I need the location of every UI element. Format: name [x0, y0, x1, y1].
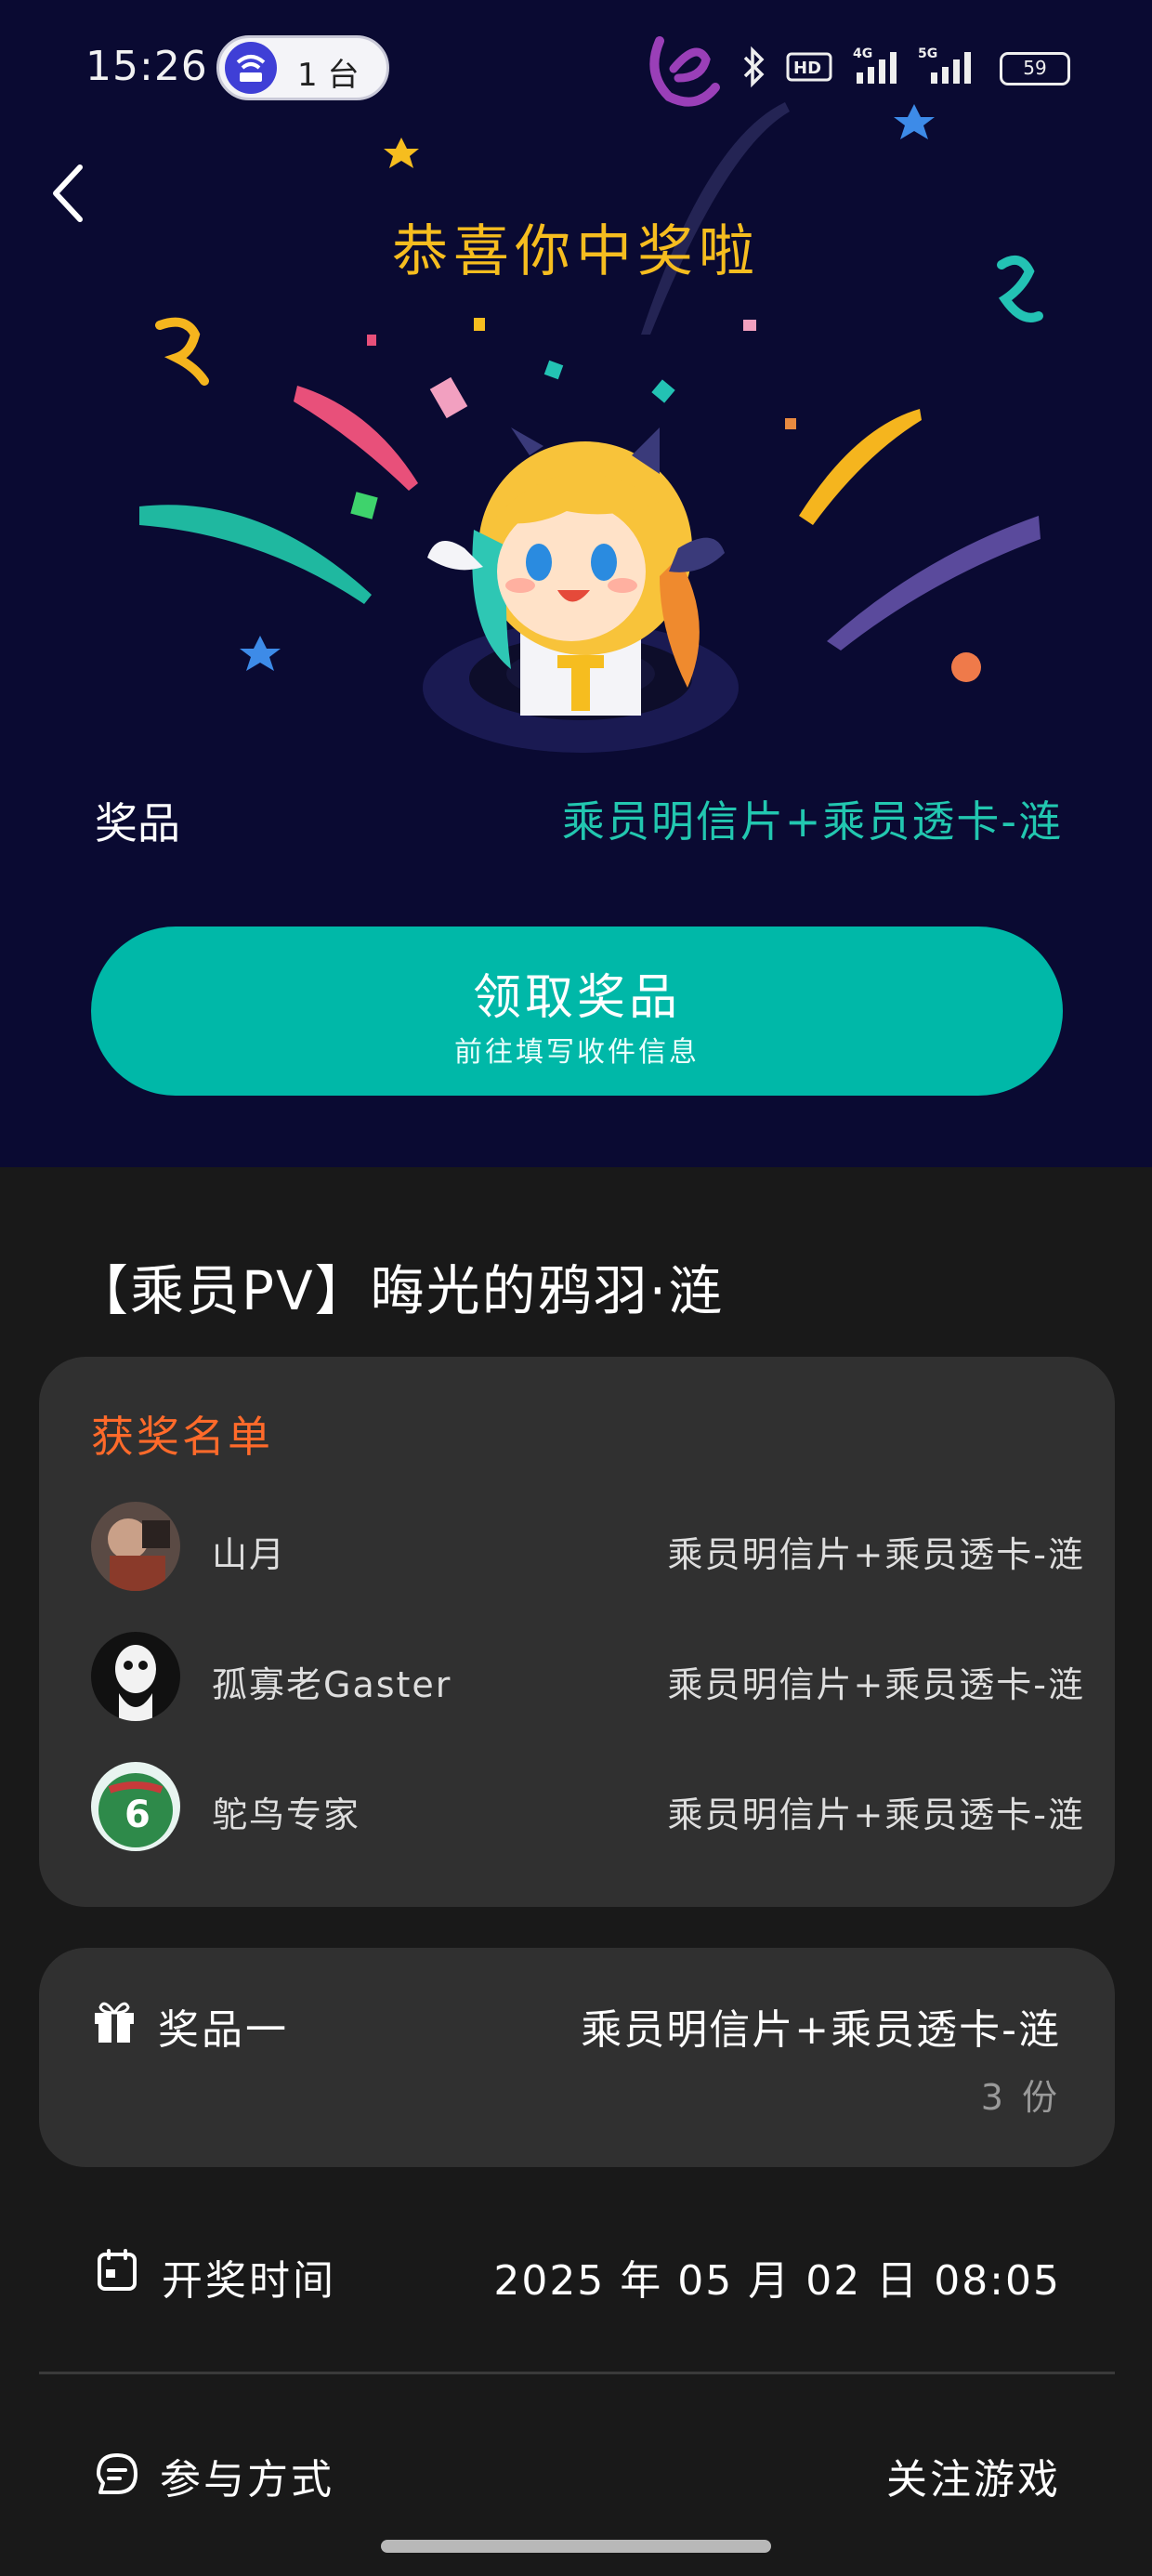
hotspot-count: 1 台 — [297, 57, 360, 94]
event-title: 【乘员PV】晦光的鸦羽·涟 — [74, 1259, 725, 1322]
signal-5g-icon: 5G — [918, 46, 971, 84]
draw-time-row: 开奖时间 2025 年 05 月 02 日 08:05 — [93, 2240, 1061, 2305]
prize-value: 乘员明信片+乘员透卡-涟 — [561, 796, 1063, 847]
svg-text:4G: 4G — [853, 46, 872, 61]
prize-name: 乘员明信片+乘员透卡-涟 — [581, 2006, 1061, 2054]
claim-prize-button[interactable]: 领取奖品 前往填写收件信息 — [91, 927, 1063, 1096]
svg-text:HD: HD — [793, 59, 821, 78]
winner-row[interactable]: 孤寡老Gaster 乘员明信片+乘员透卡-涟 — [91, 1632, 1085, 1725]
app-logo-icon — [649, 36, 720, 107]
claim-button-label: 领取奖品 — [472, 970, 681, 1026]
svg-text:5G: 5G — [918, 46, 937, 61]
hotspot-pill[interactable]: 1 台 — [216, 35, 389, 100]
winner-row[interactable]: 6 鸵鸟专家 乘员明信片+乘员透卡-涟 — [91, 1762, 1085, 1855]
divider — [39, 2372, 1115, 2374]
hero-banner: 15:26 1 台 HD 4G 5G 59 恭喜你中奖啦 奖品 乘员明信片+乘员… — [0, 0, 1152, 1167]
winner-prize: 乘员明信片+乘员透卡-涟 — [667, 1664, 1085, 1705]
hotspot-icon — [225, 42, 277, 94]
follow-game-button[interactable]: 关注游戏 — [886, 2446, 1061, 2505]
winners-card: 获奖名单 山月 乘员明信片+乘员透卡-涟 孤寡老Gaster 乘员明信片+乘员透… — [39, 1357, 1115, 1907]
winner-name: 孤寡老Gaster — [212, 1664, 452, 1705]
avatar — [91, 1502, 180, 1591]
footer-row: 参与方式 关注游戏 — [93, 2442, 1061, 2507]
prize-label: 奖品 — [95, 798, 180, 848]
hero-title: 恭喜你中奖啦 — [392, 219, 760, 284]
winner-name: 鸵鸟专家 — [212, 1794, 361, 1835]
winners-title: 获奖名单 — [91, 1412, 273, 1462]
draw-time-label: 开奖时间 — [162, 2257, 336, 2305]
bluetooth-icon — [743, 46, 765, 88]
prize-quantity: 3 份 — [980, 2077, 1061, 2118]
battery-level: 59 — [1023, 57, 1047, 79]
mascot-illustration — [423, 427, 739, 753]
status-time: 15:26 — [85, 43, 208, 90]
avatar — [91, 1632, 180, 1721]
winner-prize: 乘员明信片+乘员透卡-涟 — [667, 1534, 1085, 1575]
avatar: 6 — [91, 1762, 180, 1851]
home-indicator[interactable] — [381, 2540, 771, 2553]
winner-row[interactable]: 山月 乘员明信片+乘员透卡-涟 — [91, 1502, 1085, 1595]
prize-tier: 奖品一 — [158, 2006, 289, 2054]
winner-prize: 乘员明信片+乘员透卡-涟 — [667, 1794, 1085, 1835]
battery-icon: 59 — [1000, 52, 1070, 85]
svg-text:6: 6 — [124, 1794, 151, 1836]
draw-time-value: 2025 年 05 月 02 日 08:05 — [493, 2257, 1061, 2305]
winner-name: 山月 — [212, 1534, 287, 1575]
participation-method-link[interactable]: 参与方式 — [160, 2446, 334, 2505]
status-bar: 15:26 1 台 HD 4G 5G 59 — [0, 0, 1152, 139]
chat-bubble-icon — [97, 2453, 137, 2494]
prize-detail-card: 奖品一 乘员明信片+乘员透卡-涟 3 份 — [39, 1948, 1115, 2167]
signal-4g-icon: 4G — [853, 46, 897, 84]
calendar-icon — [98, 2249, 137, 2291]
claim-button-sublabel: 前往填写收件信息 — [454, 1036, 700, 1069]
gift-icon — [95, 2002, 134, 2043]
hd-voice-icon: HD — [786, 52, 832, 82]
